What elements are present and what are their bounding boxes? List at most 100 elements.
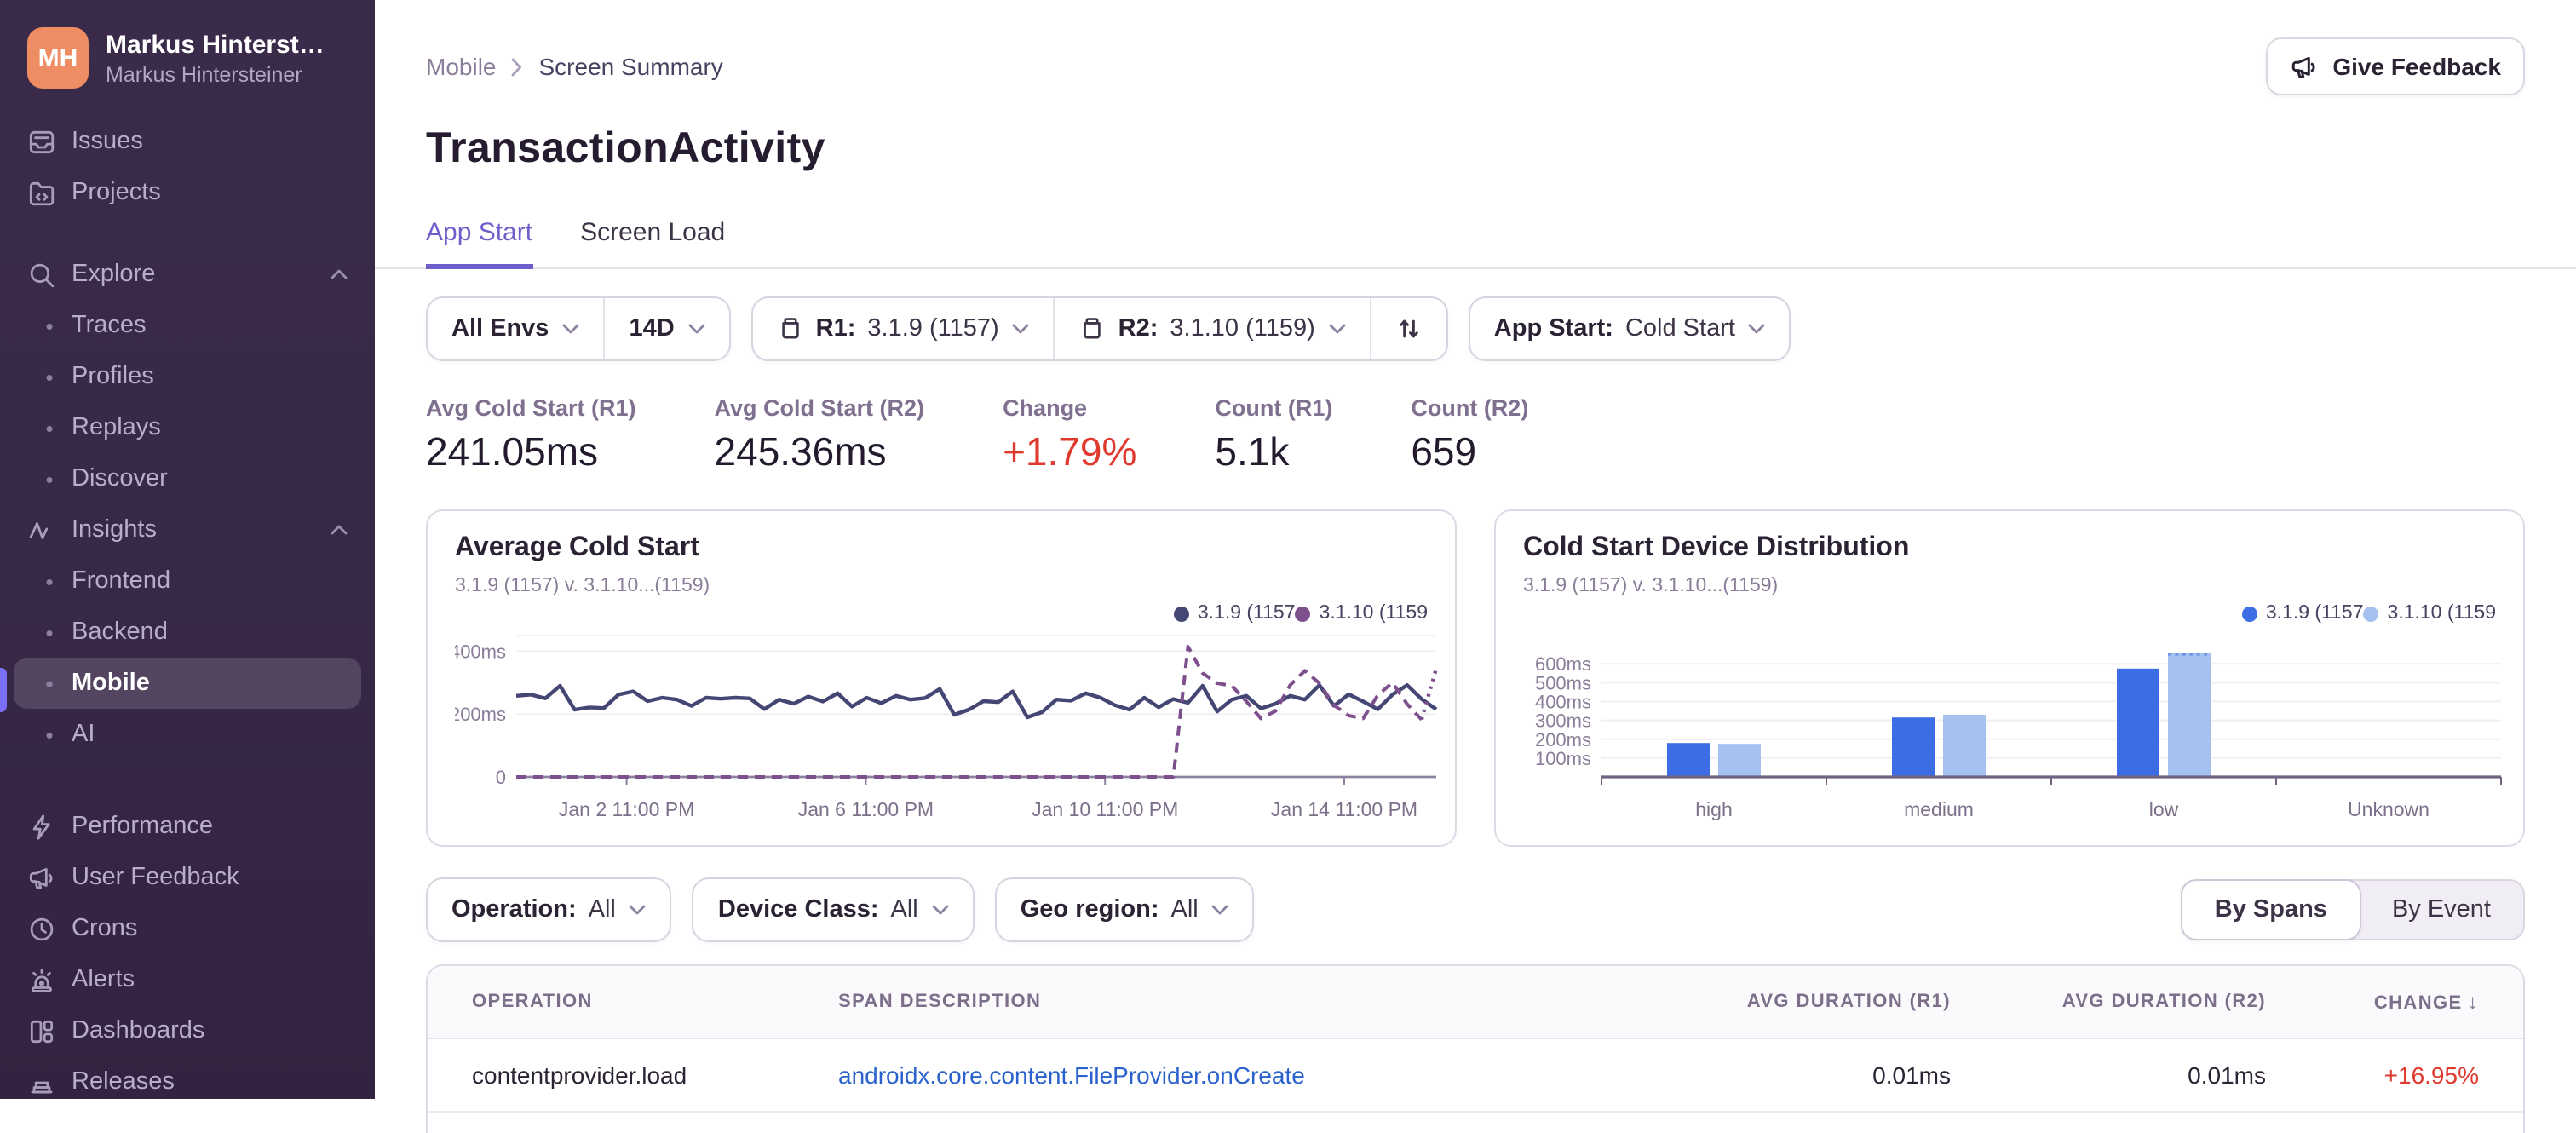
app-start-type-dropdown[interactable]: App Start: Cold Start bbox=[1470, 298, 1790, 359]
org-switcher[interactable]: MH Markus Hinterst… Markus Hintersteiner bbox=[0, 0, 375, 102]
col-operation[interactable]: OPERATION bbox=[472, 992, 838, 1012]
sidebar-item-projects[interactable]: Projects bbox=[14, 167, 361, 218]
release2-dropdown[interactable]: R2: 3.1.10 (1159) bbox=[1055, 298, 1370, 359]
sidebar-item-alerts[interactable]: Alerts bbox=[14, 954, 361, 1005]
search-icon bbox=[27, 260, 72, 289]
legend-label: 3.1.9 (1157 bbox=[1197, 603, 1296, 624]
env-filter-dropdown[interactable]: All Envs bbox=[428, 298, 603, 359]
chevron-down-icon bbox=[688, 324, 705, 334]
tab-app-start[interactable]: App Start bbox=[426, 218, 533, 269]
bullet-icon: • bbox=[45, 466, 54, 492]
sidebar-item-mobile[interactable]: • Mobile bbox=[14, 658, 361, 709]
bullet-icon: • bbox=[45, 619, 54, 645]
swap-releases-button[interactable] bbox=[1371, 298, 1446, 359]
stat-label: Change bbox=[1003, 395, 1088, 421]
geo-region-filter: Geo region: All bbox=[994, 877, 1255, 942]
sidebar-item-profiles[interactable]: • Profiles bbox=[14, 351, 361, 402]
geo-region-label: Geo region: bbox=[1020, 896, 1159, 923]
col-span-description[interactable]: SPAN DESCRIPTION bbox=[838, 992, 1627, 1012]
toggle-by-event[interactable]: By Event bbox=[2360, 881, 2523, 939]
page-title: TransactionActivity bbox=[426, 124, 825, 172]
sidebar-item-releases[interactable]: Releases bbox=[14, 1056, 361, 1099]
sidebar: MH Markus Hinterst… Markus Hintersteiner… bbox=[0, 0, 375, 1099]
release1-dropdown[interactable]: R1: 3.1.9 (1157) bbox=[753, 298, 1054, 359]
svg-text:Jan 10 11:00 PM: Jan 10 11:00 PM bbox=[1032, 798, 1178, 820]
org-name: Markus Hintersteiner bbox=[106, 62, 302, 86]
svg-text:medium: medium bbox=[1904, 798, 1974, 820]
sidebar-item-label: Releases bbox=[72, 1068, 175, 1096]
table-row: contentprovider.load androidx.core.conte… bbox=[428, 1039, 2523, 1113]
sidebar-item-discover[interactable]: • Discover bbox=[14, 453, 361, 504]
stat-avg-cold-start-r2: Avg Cold Start (R2) 245.36ms bbox=[715, 395, 925, 475]
operation-dropdown[interactable]: Operation: All bbox=[428, 879, 670, 940]
bullet-icon: • bbox=[45, 313, 54, 338]
breadcrumb-mobile[interactable]: Mobile bbox=[426, 53, 497, 80]
app-window: MH Markus Hinterst… Markus Hintersteiner… bbox=[0, 0, 2576, 1133]
sidebar-item-ai[interactable]: • AI bbox=[14, 709, 361, 760]
cell-operation: contentprovider.load bbox=[472, 1061, 687, 1089]
sidebar-group-insights[interactable]: Insights bbox=[14, 504, 361, 555]
chevron-down-icon bbox=[1329, 324, 1346, 334]
svg-text:600ms: 600ms bbox=[1535, 653, 1591, 675]
sidebar-item-replays[interactable]: • Replays bbox=[14, 402, 361, 453]
stat-avg-cold-start-r1: Avg Cold Start (R1) 241.05ms bbox=[426, 395, 636, 475]
megaphone-icon bbox=[27, 863, 72, 892]
chevron-up-icon[interactable] bbox=[331, 525, 348, 535]
legend-dot bbox=[1173, 606, 1189, 621]
tab-screen-load[interactable]: Screen Load bbox=[580, 218, 725, 269]
chevron-down-icon bbox=[932, 905, 949, 915]
device-class-label: Device Class: bbox=[717, 896, 879, 923]
breadcrumb-screen-summary: Screen Summary bbox=[538, 53, 723, 80]
bar-chart: 100ms 200ms 300ms 400ms 500ms 600ms high medium… bbox=[1523, 627, 2502, 833]
sidebar-item-label: Performance bbox=[72, 813, 214, 840]
charts-row: Average Cold Start 3.1.9 (1157) v. 3.1.1… bbox=[426, 509, 2525, 847]
breadcrumb: Mobile Screen Summary bbox=[426, 53, 723, 80]
legend-item[interactable]: 3.1.10 (1159 bbox=[2363, 603, 2496, 624]
svg-text:high: high bbox=[1695, 798, 1732, 820]
releases-icon bbox=[27, 1067, 72, 1096]
avatar[interactable]: MH bbox=[27, 27, 89, 89]
sidebar-item-user-feedback[interactable]: User Feedback bbox=[14, 852, 361, 903]
legend-item[interactable]: 3.1.9 (1157 bbox=[1173, 603, 1296, 624]
col-avg-duration-r1[interactable]: AVG DURATION (R1) bbox=[1627, 992, 1951, 1012]
give-feedback-button[interactable]: Give Feedback bbox=[2266, 37, 2525, 95]
device-class-dropdown[interactable]: Device Class: All bbox=[694, 879, 973, 940]
issues-icon bbox=[27, 127, 72, 156]
lightning-icon bbox=[27, 812, 72, 841]
geo-region-dropdown[interactable]: Geo region: All bbox=[997, 879, 1253, 940]
stat-label: Count (R1) bbox=[1215, 395, 1333, 421]
sidebar-item-dashboards[interactable]: Dashboards bbox=[14, 1005, 361, 1056]
insights-icon bbox=[27, 515, 72, 544]
legend-item[interactable]: 3.1.9 (1157 bbox=[2241, 603, 2364, 624]
device-distribution-card: Cold Start Device Distribution 3.1.9 (11… bbox=[1494, 509, 2525, 847]
sidebar-item-traces[interactable]: • Traces bbox=[14, 300, 361, 351]
legend-label: 3.1.9 (1157 bbox=[2265, 603, 2364, 624]
view-toggle: By Spans By Event bbox=[2180, 879, 2525, 940]
megaphone-icon bbox=[2290, 52, 2319, 81]
svg-text:low: low bbox=[2149, 798, 2179, 820]
sidebar-item-frontend[interactable]: • Frontend bbox=[14, 555, 361, 607]
sidebar-item-label: Crons bbox=[72, 915, 138, 942]
sidebar-group-explore[interactable]: Explore bbox=[14, 249, 361, 300]
device-class-filter: Device Class: All bbox=[692, 877, 975, 942]
release1-value: 3.1.9 (1157) bbox=[867, 315, 999, 342]
stat-value: +1.79% bbox=[1003, 429, 1137, 474]
sidebar-nav: Issues Projects Explore • Traces • Profile… bbox=[0, 102, 375, 1099]
release-compare-filter: R1: 3.1.9 (1157) R2: 3.1.10 (1159) bbox=[750, 296, 1448, 361]
release2-value: 3.1.10 (1159) bbox=[1170, 315, 1315, 342]
chevron-up-icon[interactable] bbox=[331, 269, 348, 279]
sidebar-item-issues[interactable]: Issues bbox=[14, 116, 361, 167]
toggle-by-spans[interactable]: By Spans bbox=[2180, 879, 2361, 940]
col-change[interactable]: CHANGE ↓ bbox=[2266, 990, 2479, 1014]
sidebar-item-crons[interactable]: Crons bbox=[14, 903, 361, 954]
sidebar-item-backend[interactable]: • Backend bbox=[14, 607, 361, 658]
app-start-type-filter: App Start: Cold Start bbox=[1468, 296, 1791, 361]
legend-item[interactable]: 3.1.10 (1159 bbox=[1295, 603, 1428, 624]
sidebar-item-performance[interactable]: Performance bbox=[14, 801, 361, 852]
col-avg-duration-r2[interactable]: AVG DURATION (R2) bbox=[1951, 992, 2266, 1012]
chart-subtitle: 3.1.9 (1157) v. 3.1.10...(1159) bbox=[455, 576, 710, 596]
env-filter-value: All Envs bbox=[451, 315, 549, 342]
stat-value: 241.05ms bbox=[426, 429, 599, 474]
cell-span-description-link[interactable]: androidx.core.content.FileProvider.onCre… bbox=[838, 1061, 1627, 1089]
date-range-dropdown[interactable]: 14D bbox=[605, 298, 728, 359]
